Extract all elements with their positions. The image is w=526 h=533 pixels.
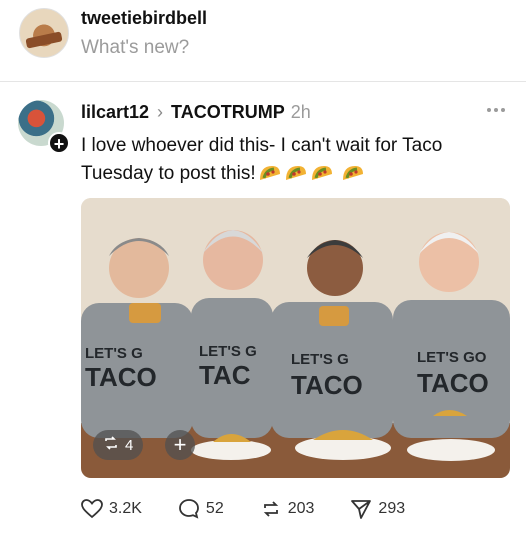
topic-tag[interactable]: TACOTRUMP: [171, 102, 285, 123]
share-button[interactable]: 293: [350, 498, 405, 520]
media-add-button[interactable]: +: [165, 430, 195, 460]
heart-icon: [81, 499, 103, 519]
shirt-text: TACO: [417, 368, 489, 398]
comment-count: 52: [205, 500, 224, 517]
shirt-text: LET'S GO: [417, 349, 487, 366]
post-text: I love whoever did this- I can't wait fo…: [81, 132, 511, 191]
more-options-icon[interactable]: [487, 104, 509, 116]
comment-button[interactable]: 52: [178, 498, 224, 520]
shirt-text: TAC: [199, 360, 251, 390]
chevron-right-icon: ›: [157, 101, 164, 122]
repost-button[interactable]: 203: [260, 498, 315, 520]
shirt-text: LET'S G: [291, 351, 349, 368]
composer-username: tweetiebirdbell: [81, 8, 208, 28]
share-count: 293: [378, 500, 406, 517]
shirt-text: TACO: [291, 370, 363, 400]
taco-emoji: [310, 163, 334, 191]
taco-emoji: [284, 163, 308, 191]
post-actions: 3.2K 52 203 293: [81, 497, 441, 521]
send-icon: [350, 498, 372, 520]
repost-icon: [260, 498, 282, 520]
post-header: lilcart12 › TACOTRUMP 2h: [81, 100, 311, 124]
shirt-text: LET'S G: [199, 343, 257, 360]
composer[interactable]: tweetiebirdbell What's new?: [0, 0, 526, 80]
media-repost-badge[interactable]: 4: [93, 430, 144, 460]
taco-emoji: [258, 163, 282, 191]
media-repost-count: 4: [125, 436, 134, 454]
comment-icon: [178, 498, 200, 520]
shirt-text: TACO: [85, 362, 157, 392]
follow-button[interactable]: +: [48, 132, 70, 154]
repost-icon: [103, 435, 119, 455]
like-button[interactable]: 3.2K: [81, 499, 142, 519]
avatar[interactable]: [19, 8, 69, 58]
repost-count: 203: [287, 500, 315, 517]
post-timestamp: 2h: [290, 101, 311, 122]
taco-emoji: [341, 163, 365, 191]
post-image[interactable]: LET'S G TACO LET'S G TAC LET'S G TACO LE…: [81, 198, 510, 478]
post: + lilcart12 › TACOTRUMP 2h I love whoeve…: [0, 82, 526, 533]
shirt-text: LET'S G: [85, 345, 143, 362]
post-username[interactable]: lilcart12: [81, 102, 149, 123]
post-image-illustration: LET'S G TACO LET'S G TAC LET'S G TACO LE…: [81, 198, 510, 478]
like-count: 3.2K: [109, 500, 142, 517]
composer-placeholder[interactable]: What's new?: [81, 37, 189, 59]
